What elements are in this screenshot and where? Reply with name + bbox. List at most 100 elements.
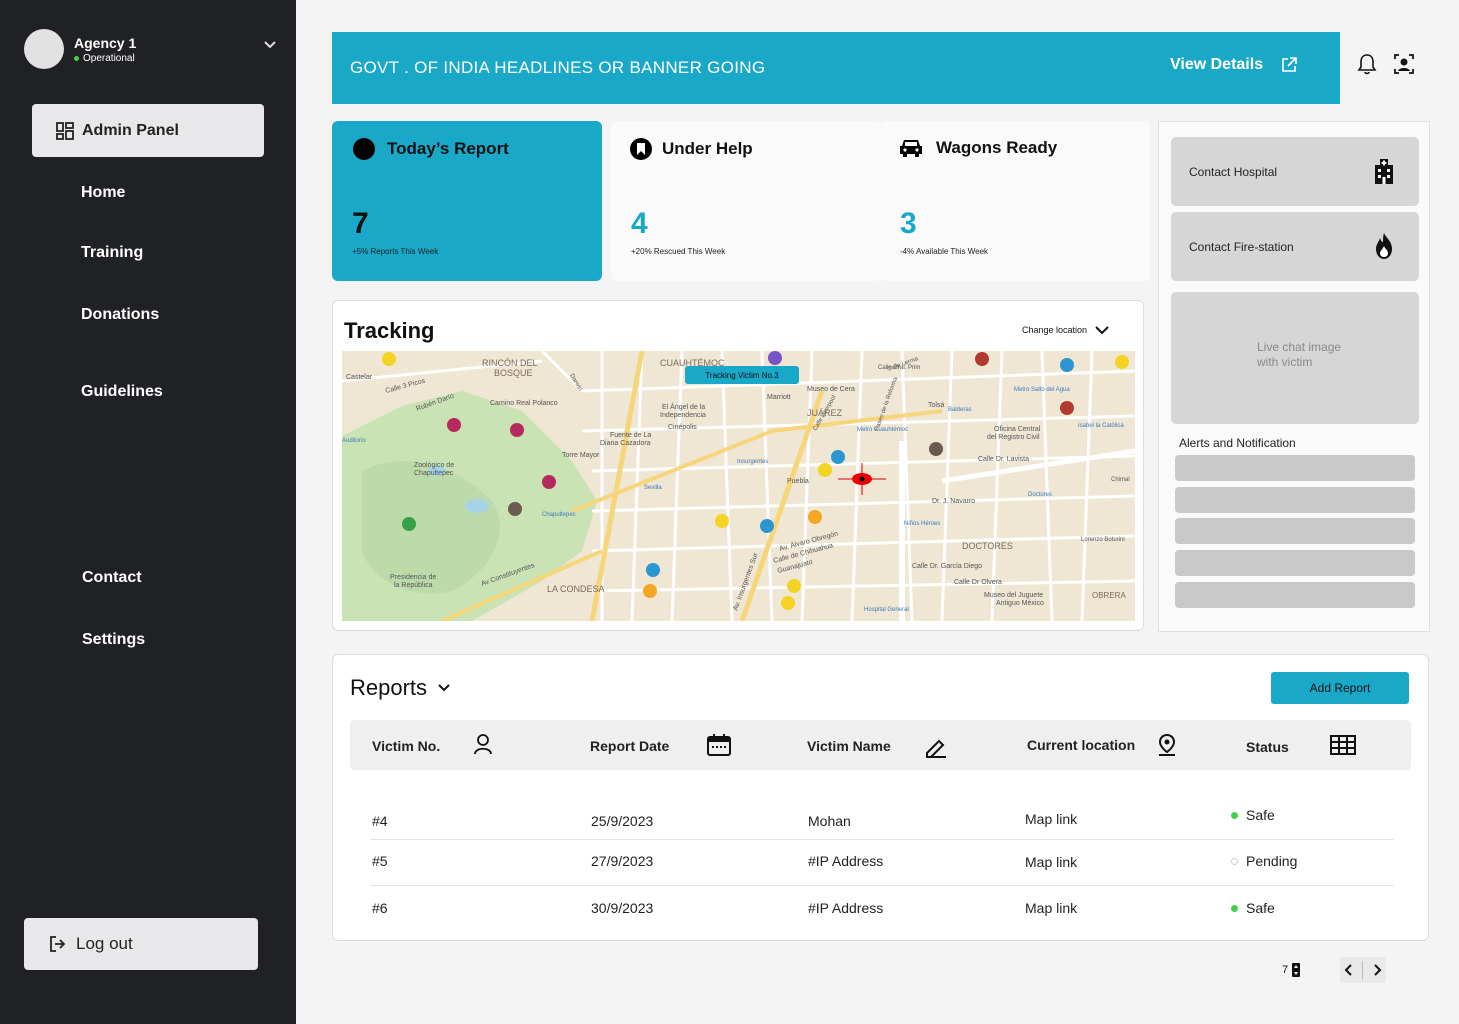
alert-item[interactable]: [1175, 455, 1415, 481]
map-label: Calle Dr Olvera: [954, 579, 1002, 586]
nav-item-guidelines[interactable]: Guidelines: [81, 383, 163, 401]
tracking-tag-label: Tracking Victim No.3: [705, 371, 779, 380]
under-help-card[interactable]: Under Help 4 +20% Rescued This Week: [611, 121, 881, 281]
map-label: Museo del Juguete: [984, 592, 1043, 599]
view-details-label: View Details: [1170, 56, 1264, 73]
fire-icon: [1376, 233, 1392, 259]
column-header-victim-name[interactable]: Victim Name: [807, 738, 891, 754]
map-label: Doctores: [1028, 492, 1052, 498]
contact-hospital-button[interactable]: Contact Hospital: [1171, 137, 1419, 206]
contact-fire-station-button[interactable]: Contact Fire-station: [1171, 212, 1419, 281]
contact-hospital-label: Contact Hospital: [1189, 164, 1278, 179]
alert-item[interactable]: [1175, 487, 1415, 513]
location-pin-icon: [1158, 733, 1176, 756]
status-dot-icon: [1231, 904, 1238, 912]
column-header-status[interactable]: Status: [1246, 739, 1289, 755]
map-label: Independencia: [660, 412, 706, 419]
map-label: Presidencia de: [390, 574, 436, 581]
card-subtitle: -4% Available This Week: [900, 247, 989, 256]
agency-status-label: Operational: [83, 53, 135, 64]
nav-item-home[interactable]: Home: [81, 184, 125, 202]
map-label: Lorenzo Boturini: [1081, 537, 1125, 543]
tracking-title: Tracking: [344, 318, 435, 343]
add-report-button[interactable]: Add Report: [1271, 672, 1409, 704]
next-page-icon[interactable]: [1372, 963, 1382, 977]
row-divider: [371, 839, 1394, 840]
logout-button[interactable]: Log out: [24, 918, 258, 970]
alert-item[interactable]: [1175, 550, 1415, 576]
map-label: Auditorio: [342, 438, 366, 444]
map-label: Fuente de La: [610, 432, 651, 439]
nav-item-contact[interactable]: Contact: [82, 569, 142, 587]
card-subtitle: +20% Rescued This Week: [631, 247, 726, 256]
map-label: Hospital General: [864, 607, 909, 613]
map-link[interactable]: Map link: [1025, 854, 1077, 870]
sidebar: Agency 1 Operational Admin Panel Home Tr…: [0, 0, 296, 1024]
status-label: Safe: [1246, 807, 1275, 823]
bookmark-icon: [630, 138, 652, 160]
table-cell-date: 25/9/2023: [591, 813, 654, 829]
status-label: Pending: [1246, 853, 1298, 869]
table-cell-name: #IP Address: [808, 853, 884, 869]
nav-item-settings[interactable]: Settings: [82, 631, 145, 649]
card-value: 4: [631, 207, 648, 240]
todays-report-card[interactable]: Today’s Report 7 +5% Reports This Week: [332, 121, 602, 281]
contact-fire-station-label: Contact Fire-station: [1189, 239, 1294, 254]
map-link[interactable]: Map link: [1025, 900, 1077, 916]
map-label: Isabel la Católica: [1078, 423, 1124, 429]
wagons-ready-card[interactable]: Wagons Ready 3 -4% Available This Week: [880, 121, 1150, 281]
map-label: Zoológico de: [414, 462, 454, 469]
sort-arrows-icon: [1292, 963, 1301, 977]
map-label: Castelar: [346, 374, 373, 381]
map-link[interactable]: Map link: [1025, 811, 1077, 827]
column-header-victim-no[interactable]: Victim No.: [372, 738, 440, 754]
nav-item-training[interactable]: Training: [81, 244, 143, 262]
dot-icon: [353, 138, 375, 160]
nav-item-donations[interactable]: Donations: [81, 306, 159, 324]
pagination-controls: [1340, 957, 1386, 983]
logout-label: Log out: [76, 934, 133, 953]
reports-panel: Reports Add Report Victim No. Report Dat…: [332, 654, 1429, 941]
bell-icon[interactable]: [1356, 52, 1378, 76]
view-details-link[interactable]: View Details: [1170, 56, 1297, 74]
map-label: la República: [394, 582, 433, 589]
map-label: El Ángel de la: [662, 402, 705, 411]
table-cell-date: 30/9/2023: [591, 900, 654, 916]
map-label: Antiguo México: [996, 600, 1044, 607]
column-header-report-date[interactable]: Report Date: [590, 738, 669, 754]
user-scan-icon[interactable]: [1393, 52, 1415, 76]
live-chat-box[interactable]: Live chat image with victim: [1171, 292, 1419, 424]
column-header-current-location[interactable]: Current location: [1027, 737, 1135, 753]
map-label: Torre Mayor: [562, 452, 600, 459]
chevron-down-icon: [1095, 326, 1109, 335]
reports-dropdown[interactable]: Reports: [350, 675, 451, 701]
chat-placeholder-line1: Live chat image: [1257, 340, 1342, 354]
card-title: Under Help: [662, 139, 753, 158]
chevron-down-icon[interactable]: [263, 40, 277, 50]
table-cell-victim-no: #5: [372, 853, 388, 869]
logout-icon: [50, 936, 66, 952]
map-label: DOCTORES: [962, 541, 1013, 551]
table-cell-name: #IP Address: [808, 900, 884, 916]
map-label: Chapultepec: [414, 470, 454, 477]
avatar[interactable]: [24, 29, 64, 69]
table-cell-status: Safe: [1231, 900, 1275, 916]
change-location-dropdown[interactable]: Change location: [1022, 325, 1109, 335]
alert-item[interactable]: [1175, 582, 1415, 608]
chevron-down-icon: [438, 684, 450, 692]
agency-name: Agency 1: [74, 35, 137, 51]
map-label: Calle Gral. Prim: [878, 365, 920, 371]
map-label: Dr. J. Navarro: [932, 498, 975, 505]
calendar-icon: [707, 734, 731, 756]
card-subtitle: +5% Reports This Week: [352, 247, 439, 256]
tracking-map[interactable]: RINCÓN DEL BOSQUE CUAUHTÉMOC JUÁREZ DOCT…: [342, 351, 1135, 621]
car-icon: [900, 140, 922, 157]
prev-page-icon[interactable]: [1344, 963, 1354, 977]
map-label: Calle Dr. García Diego: [912, 563, 982, 570]
rows-per-page-select[interactable]: 7: [1282, 963, 1301, 977]
alert-item[interactable]: [1175, 518, 1415, 544]
map-label: Insurgentes: [737, 459, 768, 465]
external-link-icon: [1282, 57, 1297, 72]
map-label: del Registro Civil: [987, 434, 1040, 441]
admin-panel-button[interactable]: Admin Panel: [32, 104, 264, 157]
